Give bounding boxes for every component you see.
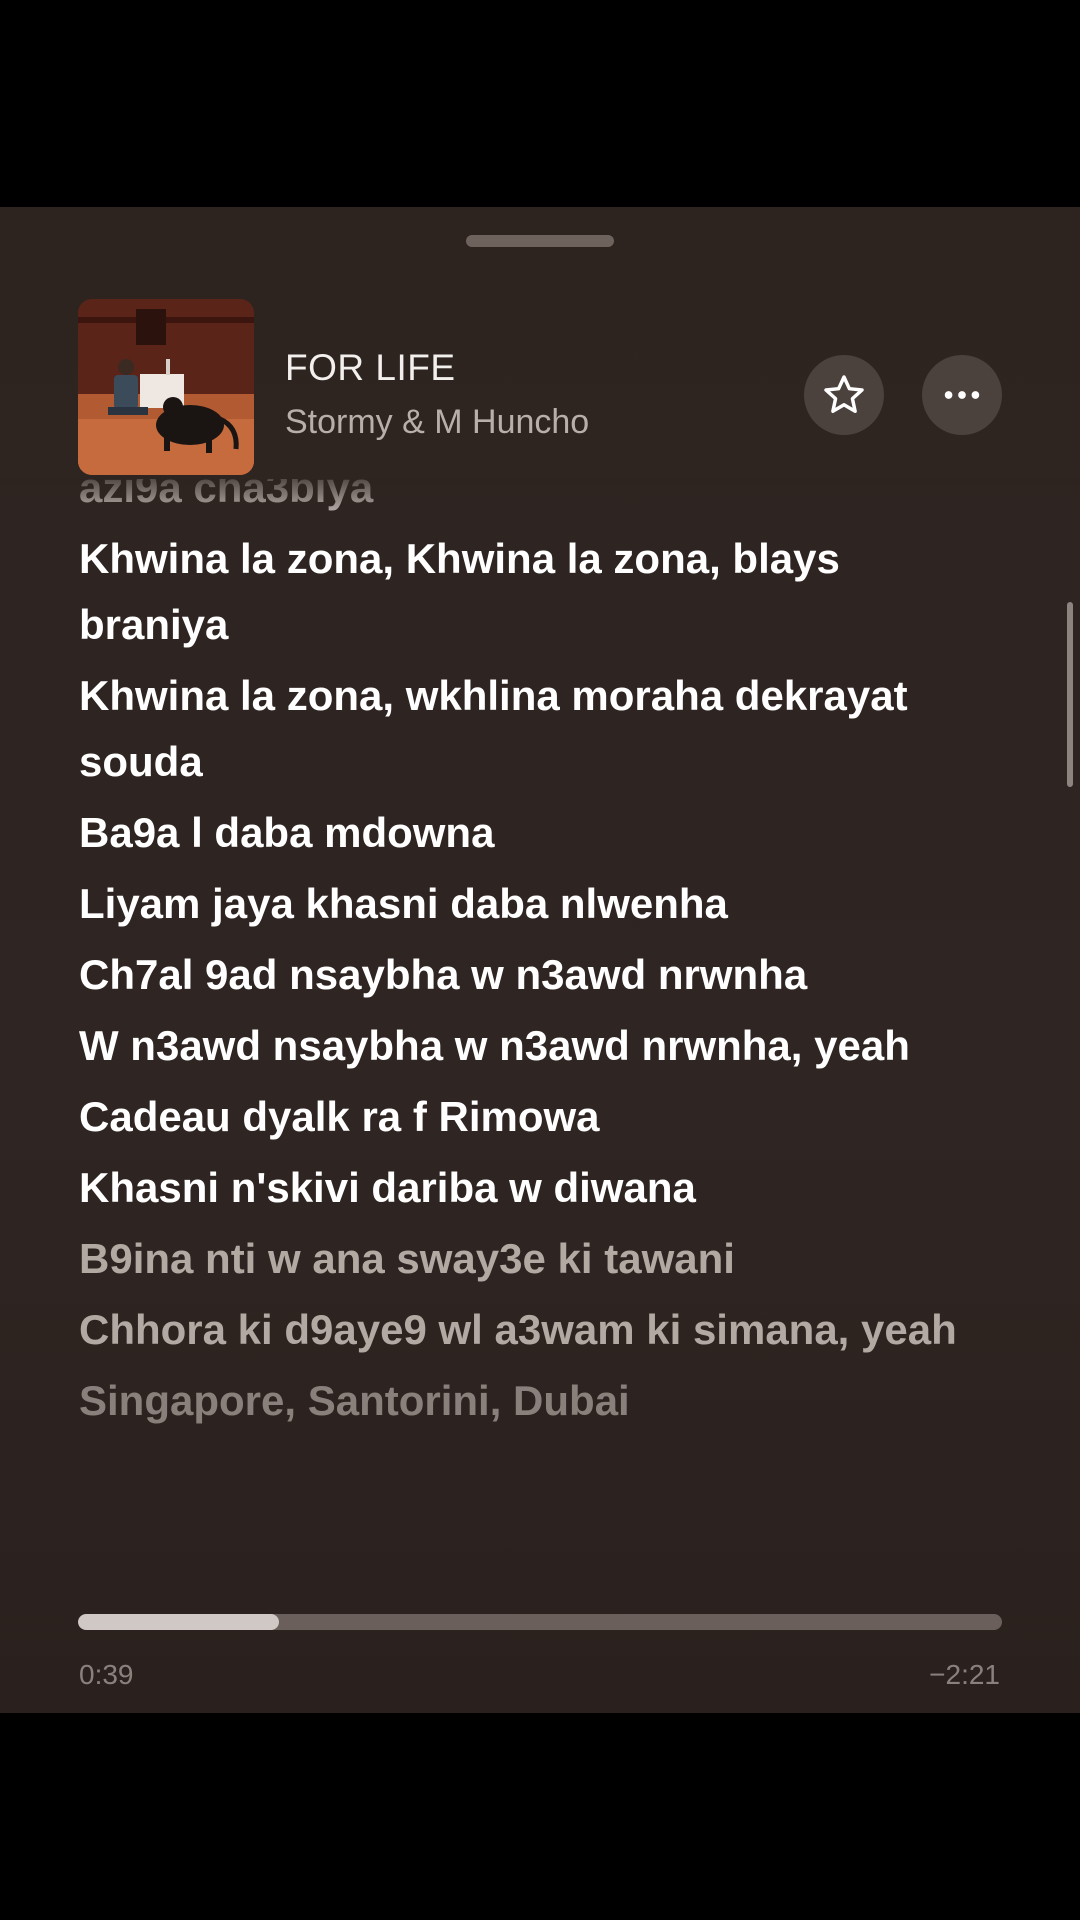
playback-progress-fill bbox=[78, 1614, 280, 1630]
lyrics-view[interactable]: azi9a cha3biya Khwina la zona, Khwina la… bbox=[0, 479, 1080, 1509]
lyric-line[interactable]: Khwina la zona, Khwina la zona, blays br… bbox=[79, 526, 979, 658]
elapsed-time: 0:39 bbox=[79, 1659, 134, 1690]
now-playing-sheet: FOR LIFE Stormy & M Huncho azi9a cha3biy… bbox=[0, 207, 1080, 1713]
lyric-line[interactable]: Khwina la zona, wkhlina moraha dekrayat … bbox=[79, 663, 979, 795]
lyric-line[interactable]: Khasni n'skivi dariba w diwana bbox=[79, 1155, 979, 1221]
lyric-line[interactable]: Chhora ki d9aye9 wl a3wam ki simana, yea… bbox=[79, 1297, 979, 1363]
lyric-line[interactable]: Ba9a l daba mdowna bbox=[79, 800, 979, 866]
lyric-line[interactable]: Cadeau dyalk ra f Rimowa bbox=[79, 1084, 979, 1150]
more-options-button[interactable] bbox=[922, 355, 1002, 435]
album-artwork-image bbox=[78, 299, 254, 475]
lyric-line[interactable]: Singapore, Santorini, Dubai bbox=[79, 1368, 979, 1434]
lyric-line[interactable]: Ch7al 9ad nsaybha w n3awd nrwnha bbox=[79, 942, 979, 1008]
album-artwork[interactable] bbox=[78, 299, 254, 475]
favorite-button[interactable] bbox=[804, 355, 884, 435]
lyric-line[interactable]: Liyam jaya khasni daba nlwenha bbox=[79, 871, 979, 937]
track-artist[interactable]: Stormy & M Huncho bbox=[285, 403, 589, 442]
sheet-grabber-handle[interactable] bbox=[466, 235, 614, 247]
lyrics-list: azi9a cha3biya Khwina la zona, Khwina la… bbox=[79, 479, 979, 1439]
lyric-line[interactable]: azi9a cha3biya bbox=[79, 479, 979, 521]
lyrics-scroll-indicator[interactable] bbox=[1067, 602, 1073, 787]
lyric-line[interactable]: B9ina nti w ana sway3e ki tawani bbox=[79, 1226, 979, 1292]
star-icon bbox=[824, 375, 864, 414]
ellipsis-icon bbox=[944, 391, 980, 399]
remaining-time: −2:21 bbox=[929, 1659, 1000, 1690]
track-title[interactable]: FOR LIFE bbox=[285, 347, 456, 389]
lyric-line[interactable]: W n3awd nsaybha w n3awd nrwnha, yeah bbox=[79, 1013, 979, 1079]
playback-scrubber[interactable] bbox=[78, 1614, 1002, 1630]
